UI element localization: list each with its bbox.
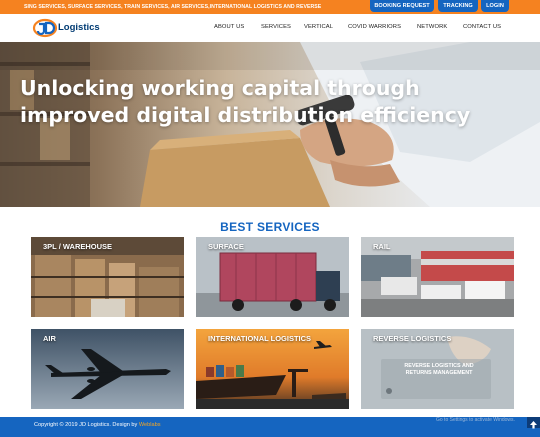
card-label-rail: RAIL	[373, 242, 391, 251]
top-bar: SING SERVICES, SURFACE SERVICES, TRAIN S…	[0, 0, 540, 14]
reverse-logistics-caption: REVERSE LOGISTICS AND RETURNS MANAGEMENT	[404, 363, 474, 376]
best-services-heading: BEST SERVICES	[220, 220, 320, 234]
card-label-reverse-logistics: REVERSE LOGISTICS	[373, 334, 452, 343]
copyright-text: Copyright © 2019 JD Logistics. Design by	[34, 422, 138, 428]
nav-services[interactable]: SERVICES	[261, 24, 291, 30]
nav-contact-us[interactable]: CONTACT US	[463, 24, 501, 30]
services-ticker: SING SERVICES, SURFACE SERVICES, TRAIN S…	[24, 4, 322, 10]
card-label-warehouse: 3PL / WAREHOUSE	[43, 242, 113, 251]
card-label-surface: SURFACE	[208, 242, 244, 251]
card-label-international-logistics: INTERNATIONAL LOGISTICS	[208, 334, 312, 343]
tracking-button[interactable]: TRACKING	[438, 0, 478, 12]
site-logo[interactable]: Logistics	[32, 17, 100, 41]
designer-link[interactable]: Weblabs	[139, 422, 161, 428]
scroll-to-top-button[interactable]	[527, 417, 540, 429]
hero-title: Unlocking working capital through improv…	[20, 75, 520, 129]
arrow-up-icon	[530, 421, 537, 429]
service-card-warehouse[interactable]: 3PL / WAREHOUSE	[31, 237, 184, 317]
nav-network[interactable]: NETWORK	[417, 24, 447, 30]
login-button[interactable]: LOGIN	[481, 0, 509, 12]
card-label-air: AIR	[43, 334, 56, 343]
hero-banner: Unlocking working capital through improv…	[0, 42, 540, 207]
jd-logo-icon	[32, 18, 58, 38]
site-header: Logistics ABOUT US SERVICES VERTICAL COV…	[0, 14, 540, 42]
nav-about-us[interactable]: ABOUT US	[214, 24, 244, 30]
site-footer: Copyright © 2019 JD Logistics. Design by…	[0, 417, 540, 437]
logo-text: Logistics	[58, 22, 100, 33]
windows-activation-watermark: Go to Settings to activate Windows.	[436, 417, 515, 423]
nav-vertical[interactable]: VERTICAL	[304, 24, 333, 30]
service-card-air[interactable]: AIR	[31, 329, 184, 409]
booking-request-button[interactable]: BOOKING REQUEST	[370, 0, 434, 12]
service-card-reverse-logistics[interactable]: REVERSE LOGISTICS REVERSE LOGISTICS AND …	[361, 329, 514, 409]
footer-copyright: Copyright © 2019 JD Logistics. Design by…	[34, 422, 161, 428]
hero-title-line-1: Unlocking working capital through	[20, 76, 420, 100]
nav-covid-warriors[interactable]: COVID WARRIORS	[348, 24, 401, 30]
service-card-rail[interactable]: RAIL	[361, 237, 514, 317]
service-card-surface[interactable]: SURFACE	[196, 237, 349, 317]
hero-title-line-2: improved digital distribution efficiency	[20, 103, 471, 127]
service-card-international-logistics[interactable]: INTERNATIONAL LOGISTICS	[196, 329, 349, 409]
